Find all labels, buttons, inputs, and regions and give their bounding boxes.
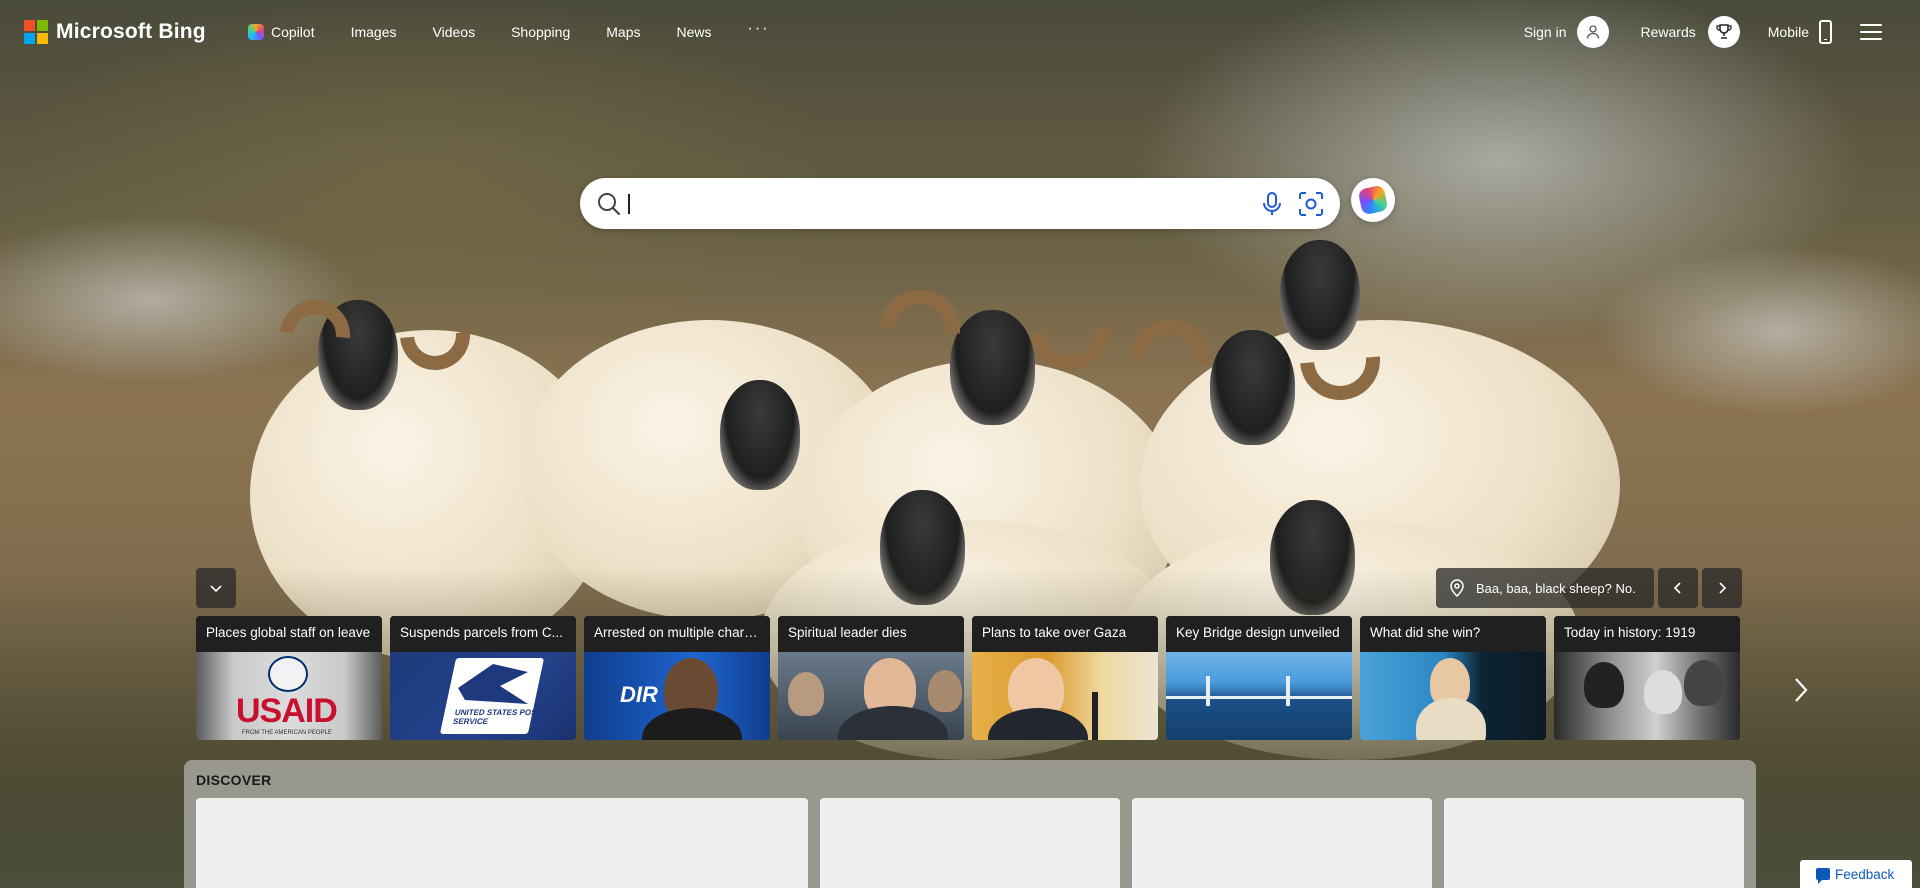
news-card-title: Suspends parcels from C...: [390, 616, 576, 652]
news-card[interactable]: Suspends parcels from C... UNITED STATES…: [390, 616, 576, 740]
chevron-right-icon: [1795, 678, 1808, 702]
previous-image-button[interactable]: [1658, 568, 1698, 608]
news-card-title: What did she win?: [1360, 616, 1546, 652]
nav-item-maps[interactable]: Maps: [606, 24, 640, 40]
nav-item-label: Shopping: [511, 24, 571, 40]
copilot-icon: [248, 24, 264, 40]
search-input[interactable]: [628, 193, 1260, 214]
nav-item-label: Maps: [606, 24, 641, 40]
news-card[interactable]: Key Bridge design unveiled: [1166, 616, 1352, 740]
usps-logo-text: UNITED STATES POSTAL SERVICE: [452, 708, 553, 726]
podium-photo-image: [972, 652, 1158, 740]
feedback-icon: [1816, 868, 1830, 884]
rewards-label: Rewards: [1640, 24, 1696, 40]
bing-logo[interactable]: Microsoft Bing: [24, 20, 206, 44]
news-card[interactable]: Today in history: 1919: [1554, 616, 1740, 740]
user-avatar-icon: [1576, 16, 1609, 48]
news-card[interactable]: Arrested on multiple charges DIR: [584, 616, 770, 740]
microphone-icon[interactable]: [1260, 191, 1284, 217]
mobile-button[interactable]: Mobile: [1768, 20, 1832, 44]
image-info-label: Baa, baa, black sheep? No.: [1476, 580, 1636, 596]
nav-item-label: Images: [350, 24, 397, 40]
mobile-label: Mobile: [1767, 24, 1809, 40]
microsoft-logo-icon: [24, 20, 48, 44]
nav-item-label: Copilot: [271, 24, 315, 40]
account-nav: Sign in Rewards Mobile: [1524, 16, 1882, 48]
chevron-left-icon: [1673, 582, 1681, 594]
nav-item-videos[interactable]: Videos: [433, 24, 476, 40]
chevron-down-icon: [210, 585, 222, 593]
news-card-title: Places global staff on leave: [196, 616, 382, 652]
discover-card[interactable]: [1132, 798, 1432, 888]
discover-card[interactable]: [1444, 798, 1744, 888]
copilot-button[interactable]: [1351, 178, 1395, 222]
news-card-title: Spiritual leader dies: [778, 616, 964, 652]
sign-in-button[interactable]: Sign in: [1524, 16, 1609, 48]
discover-card[interactable]: [196, 798, 808, 888]
collapse-button[interactable]: [196, 568, 236, 608]
next-image-button[interactable]: [1702, 568, 1742, 608]
trophy-icon: [1707, 16, 1740, 48]
bridge-rendering-image: [1166, 652, 1352, 740]
news-card-title: Today in history: 1919: [1554, 616, 1740, 652]
nav-item-copilot[interactable]: Copilot: [248, 24, 315, 40]
rewards-button[interactable]: Rewards: [1641, 16, 1740, 48]
top-nav: Copilot Images Videos Shopping Maps News…: [248, 20, 769, 40]
search-icon[interactable]: [596, 191, 622, 217]
usaid-logo-text: USAID: [236, 692, 338, 730]
feedback-button[interactable]: Feedback: [1800, 860, 1912, 888]
crowd-photo-image: [778, 652, 964, 740]
person-photo-image: DIR: [584, 652, 770, 740]
news-card[interactable]: Plans to take over Gaza: [972, 616, 1158, 740]
header: Microsoft Bing Copilot Images Videos Sho…: [0, 0, 1920, 66]
news-card-title: Key Bridge design unveiled: [1166, 616, 1352, 652]
phone-icon: [1819, 20, 1832, 44]
usaid-logo-subtext: FROM THE AMERICAN PEOPLE: [242, 730, 332, 736]
news-card-title: Plans to take over Gaza: [972, 616, 1158, 652]
brand-name: Microsoft Bing: [56, 20, 206, 43]
backdrop-text: DIR: [620, 682, 658, 707]
background-image: [0, 0, 1920, 888]
vintage-photo-image: [1554, 652, 1740, 740]
hamburger-menu-icon[interactable]: [1860, 24, 1882, 40]
location-pin-icon: [1450, 579, 1464, 597]
discover-title: DISCOVER: [196, 772, 272, 788]
nav-item-label: News: [676, 24, 712, 40]
sign-in-label: Sign in: [1523, 24, 1567, 40]
usaid-logo-image: USAID FROM THE AMERICAN PEOPLE: [196, 652, 382, 740]
news-next-button[interactable]: [1786, 670, 1816, 710]
visual-search-icon[interactable]: [1298, 191, 1324, 217]
nav-item-news[interactable]: News: [676, 24, 711, 40]
news-card[interactable]: Spiritual leader dies: [778, 616, 964, 740]
nav-item-images[interactable]: Images: [351, 24, 397, 40]
nav-item-shopping[interactable]: Shopping: [511, 24, 570, 40]
news-carousel: Places global staff on leave USAID FROM …: [196, 616, 1740, 740]
discover-section: DISCOVER: [184, 760, 1756, 888]
news-card[interactable]: Places global staff on leave USAID FROM …: [196, 616, 382, 740]
stage-photo-image: [1360, 652, 1546, 740]
image-info-button[interactable]: Baa, baa, black sheep? No.: [1436, 568, 1654, 608]
copilot-icon: [1357, 184, 1389, 216]
search-box: [580, 178, 1340, 229]
discover-card[interactable]: [820, 798, 1120, 888]
news-card-title: Arrested on multiple charges: [584, 616, 770, 652]
chevron-right-icon: [1719, 582, 1727, 594]
news-card[interactable]: What did she win?: [1360, 616, 1546, 740]
feedback-label: Feedback: [1835, 866, 1895, 882]
nav-item-label: Videos: [432, 24, 476, 40]
usps-logo-image: UNITED STATES POSTAL SERVICE: [390, 652, 576, 740]
more-menu-button[interactable]: ···: [748, 20, 770, 38]
